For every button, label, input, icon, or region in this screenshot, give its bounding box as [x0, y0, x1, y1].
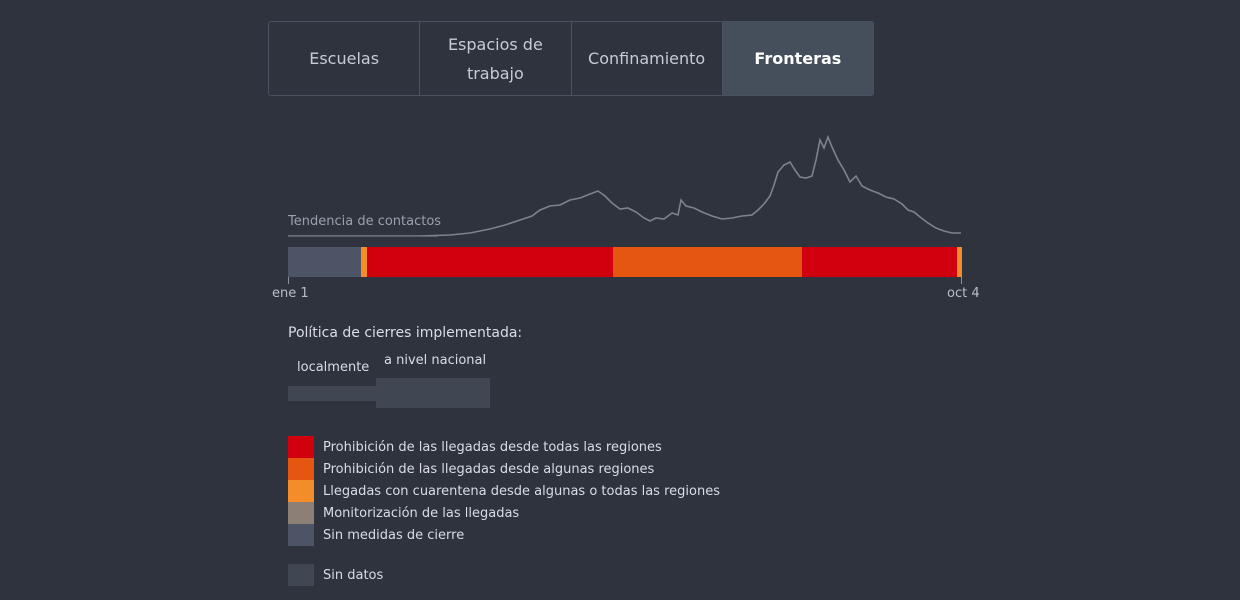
legend-swatch [288, 480, 314, 502]
start-tick [288, 277, 289, 284]
timeline-segment[interactable] [612, 247, 803, 277]
legend-item: Sin medidas de cierre [288, 524, 720, 546]
local-bar-sample [288, 386, 376, 401]
legend: Prohibición de las llegadas desde todas … [288, 436, 720, 546]
legend-item: Monitorización de las llegadas [288, 502, 720, 524]
end-date-label: oct 4 [947, 286, 980, 301]
legend-item: Prohibición de las llegadas desde alguna… [288, 458, 720, 480]
policy-timeline-bar[interactable] [288, 247, 962, 277]
legend-swatch [288, 458, 314, 480]
timeline-segment[interactable] [802, 247, 958, 277]
trend-label: Tendencia de contactos [288, 214, 442, 229]
legend-swatch [288, 436, 314, 458]
legend-label: Sin medidas de cierre [323, 527, 465, 543]
timeline-segment[interactable] [288, 247, 361, 277]
legend-label: Prohibición de las llegadas desde todas … [323, 439, 662, 455]
national-label: a nivel nacional [384, 353, 487, 368]
policy-title: Política de cierres implementada: [288, 325, 523, 341]
legend-label: Llegadas con cuarentena desde algunas o … [323, 483, 720, 499]
nodata-label: Sin datos [323, 567, 384, 583]
nodata-swatch [288, 564, 314, 586]
legend-item: Prohibición de las llegadas desde todas … [288, 436, 720, 458]
legend-swatch [288, 524, 314, 546]
end-tick [961, 277, 962, 284]
local-label: localmente [297, 360, 370, 375]
trend-label-underline [288, 236, 438, 237]
timeline-segment[interactable] [957, 247, 962, 277]
legend-label: Prohibición de las llegadas desde alguna… [323, 461, 655, 477]
legend-swatch [288, 502, 314, 524]
national-bar-sample [376, 378, 490, 408]
timeline-segment[interactable] [366, 247, 613, 277]
legend-label: Monitorización de las llegadas [323, 505, 520, 521]
legend-item-nodata: Sin datos [288, 564, 383, 586]
legend-item: Llegadas con cuarentena desde algunas o … [288, 480, 720, 502]
start-date-label: ene 1 [272, 286, 309, 301]
